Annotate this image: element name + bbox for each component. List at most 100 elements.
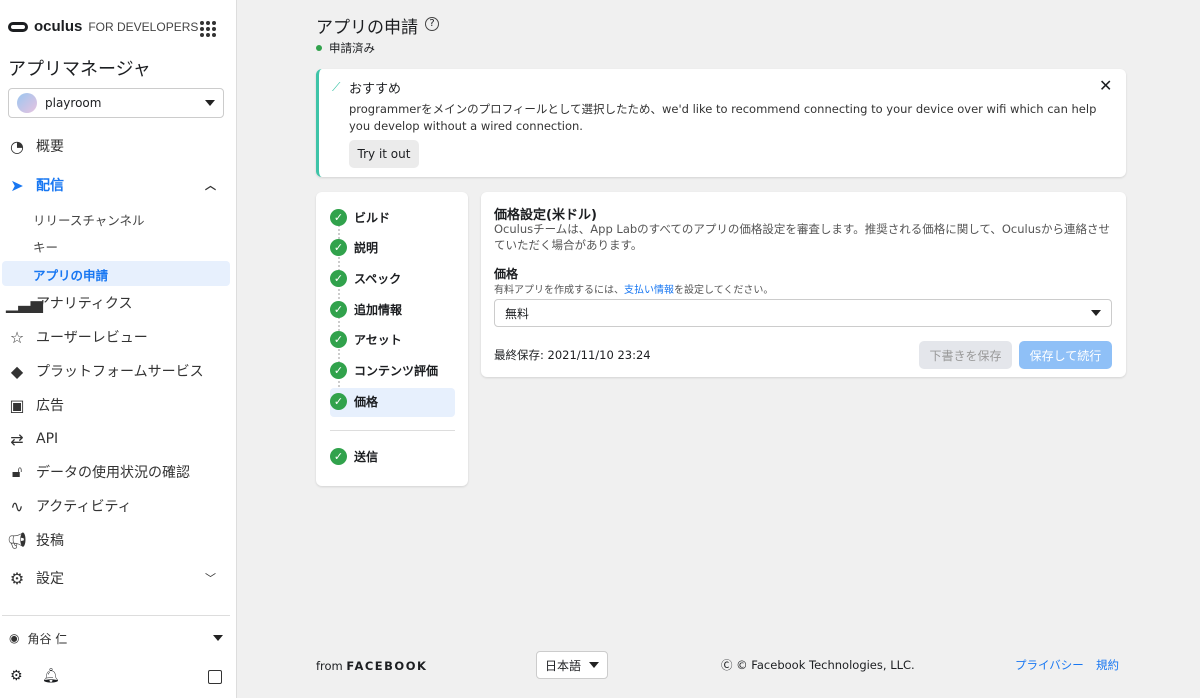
check-icon: ✓ [330, 362, 347, 379]
check-icon: ✓ [330, 393, 347, 410]
recommendation-title: おすすめ [349, 82, 402, 97]
hint-text: 有料アプリを作成するには、 [494, 285, 624, 296]
help-icon[interactable]: ? [425, 17, 439, 31]
save-draft-button[interactable]: 下書きを保存 [919, 341, 1012, 369]
sparkle-icon: ⟋ [332, 80, 341, 94]
dashboard-icon: ◔ [10, 136, 24, 156]
sidebar-item-overview[interactable]: ◔ 概要 [6, 134, 64, 158]
lock-heart-icon: 🔓︎ [11, 462, 23, 481]
copyright-text: © Facebook Technologies, LLC. [736, 658, 915, 672]
sidebar-item-distribution[interactable]: ➤ 配信 ︿ [6, 173, 216, 197]
step-content-rating[interactable]: ✓ コンテンツ評価 [330, 362, 438, 379]
hint-text: を設定してください。 [674, 285, 774, 296]
check-icon: ✓ [330, 448, 347, 465]
divider [2, 615, 230, 616]
language-select[interactable]: 日本語 [536, 651, 608, 679]
user-menu[interactable]: ◉ 角谷 仁 [9, 626, 223, 650]
sidebar-item-activity[interactable]: ∿ アクティビティ [6, 494, 132, 518]
check-icon: ✓ [330, 301, 347, 318]
step-pricing[interactable]: ✓ 価格 [330, 393, 378, 410]
label: プラットフォームサービス [36, 364, 204, 380]
sidebar-item-posts[interactable]: 📢︎ 投稿 [6, 528, 64, 552]
pulse-icon: ∿ [10, 496, 24, 516]
price-label: 価格 [494, 267, 519, 281]
sidebar-subitem-keys[interactable]: キー [33, 237, 58, 256]
step-label: コンテンツ評価 [354, 364, 439, 378]
sidebar-subitem-app-submission[interactable]: アプリの申請 [33, 265, 108, 284]
sidebar-item-ads[interactable]: ▣ 広告 [6, 393, 64, 417]
step-label: 価格 [354, 395, 379, 409]
ads-icon: ▣ [9, 395, 25, 415]
collapse-panel-icon[interactable] [208, 670, 222, 684]
app-name: playroom [45, 96, 102, 110]
status-dot [316, 45, 322, 51]
oculus-logo[interactable]: oculus FOR DEVELOPERS [8, 18, 198, 35]
gear-icon: ⚙ [9, 568, 25, 588]
label: 設定 [36, 571, 64, 587]
step-label: 説明 [354, 241, 379, 255]
pricing-card: 価格設定(米ドル) Oculusチームは、App Labのすべてのアプリの価格設… [481, 192, 1126, 377]
steps-card: ✓ ビルド ✓ 説明 ✓ スペック ✓ 追加情報 ✓ アセット ✓ コンテンツ評価 ✓ 価格 … [316, 192, 468, 486]
label: 概要 [36, 139, 64, 155]
caret-down-icon [205, 100, 215, 106]
label: API [36, 431, 59, 447]
bell-icon[interactable]: 🔔︎ [42, 668, 60, 684]
sidebar-item-reviews[interactable]: ☆ ユーザーレビュー [6, 325, 148, 349]
privacy-link[interactable]: プライバシー [1015, 657, 1084, 673]
step-label: 送信 [354, 450, 379, 464]
chevron-down-icon: ﹀ [205, 572, 216, 585]
status-badge: 申請済み [316, 40, 375, 56]
divider [330, 430, 455, 431]
step-label: スペック [354, 272, 402, 286]
app-selector[interactable]: playroom [8, 88, 224, 118]
logo-suffix: FOR DEVELOPERS [88, 19, 199, 34]
close-icon[interactable]: ✕ [1099, 76, 1112, 95]
megaphone-icon: 📢︎ [6, 530, 28, 550]
caret-down-icon [589, 662, 599, 668]
status-text: 申請済み [329, 41, 375, 55]
logo-brand: oculus [34, 18, 83, 35]
language-value: 日本語 [544, 658, 581, 673]
sidebar-item-platform-services[interactable]: ◆ プラットフォームサービス [6, 359, 204, 383]
app-manager-title: アプリマネージャ [8, 59, 151, 80]
settings-gear-icon[interactable]: ⚙ [10, 668, 23, 684]
step-submit[interactable]: ✓ 送信 [330, 448, 378, 465]
terms-link[interactable]: 規約 [1096, 657, 1119, 673]
sidebar-subitem-release-channels[interactable]: リリースチャンネル [33, 210, 145, 229]
step-additional-info[interactable]: ✓ 追加情報 [330, 301, 402, 318]
check-icon: ✓ [330, 331, 347, 348]
label: 投稿 [36, 533, 64, 549]
sidebar-item-settings[interactable]: ⚙ 設定 ﹀ [6, 566, 216, 590]
recommendation-text: programmerをメインのプロフィールとして選択したため、we'd like… [349, 102, 1097, 133]
label: アクティビティ [36, 499, 132, 515]
label: アナリティクス [36, 296, 133, 312]
layers-icon: ◆ [10, 361, 24, 381]
sidebar-item-api[interactable]: ⇄ API [6, 427, 58, 451]
step-specs[interactable]: ✓ スペック [330, 270, 401, 287]
step-label: 追加情報 [354, 303, 403, 317]
try-it-out-button[interactable]: Try it out [349, 140, 419, 168]
facebook-logo: from FACEBOOK [316, 659, 427, 673]
step-assets[interactable]: ✓ アセット [330, 331, 402, 348]
bar-chart-icon: ▁▃▅ [6, 293, 43, 313]
payment-info-link[interactable]: 支払い情報 [624, 285, 674, 296]
sidebar-item-analytics[interactable]: ▁▃▅ アナリティクス [6, 291, 132, 315]
from-text: from [316, 659, 343, 673]
sidebar: oculus FOR DEVELOPERS アプリマネージャ playroom ◔… [0, 0, 237, 698]
check-icon: ✓ [330, 209, 347, 226]
swap-arrows-icon: ⇄ [10, 429, 24, 449]
app-avatar [17, 93, 37, 113]
price-select[interactable]: 無料 [494, 299, 1112, 327]
chevron-up-icon: ︿ [205, 179, 216, 192]
step-build[interactable]: ✓ ビルド [330, 209, 390, 226]
label: ユーザーレビュー [36, 330, 148, 346]
step-description[interactable]: ✓ 説明 [330, 239, 378, 256]
price-hint: 有料アプリを作成するには、支払い情報を設定してください。 [494, 281, 773, 296]
check-icon: ✓ [330, 270, 347, 287]
apps-grid-icon[interactable] [200, 21, 216, 37]
save-continue-button[interactable]: 保存して続行 [1019, 341, 1112, 369]
sidebar-item-data-use[interactable]: 🔓︎ データの使用状況の確認 [6, 460, 190, 484]
pricing-description: Oculusチームは、App Labのすべてのアプリの価格設定を審査します。推奨… [494, 222, 1110, 252]
label: データの使用状況の確認 [36, 465, 190, 481]
label: 配信 [36, 178, 64, 194]
